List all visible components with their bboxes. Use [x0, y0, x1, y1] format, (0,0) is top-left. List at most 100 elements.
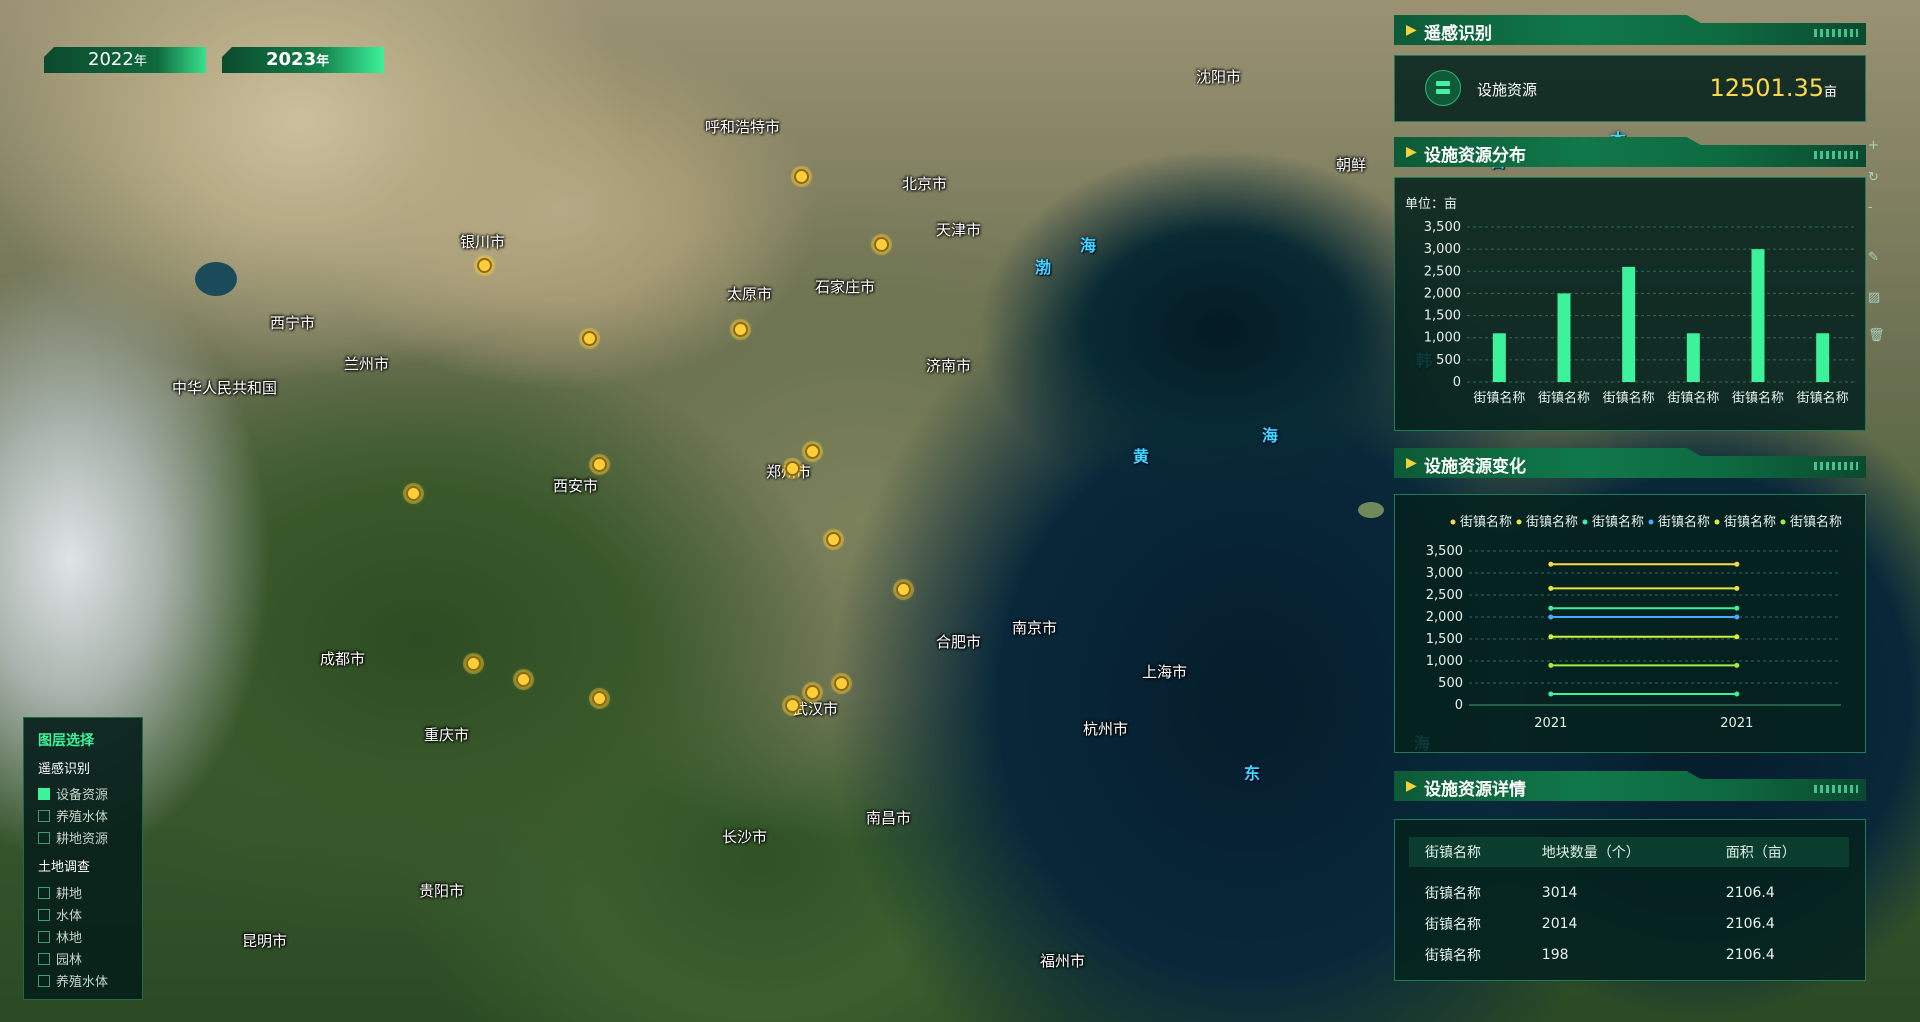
panel-title: 设施资源变化 [1424, 457, 1526, 477]
city-label: 济南市 [926, 357, 972, 375]
change-panel: ▶ 设施资源变化 街镇名称 街镇名称 街镇名称 街镇名称 街镇名称 街镇名称 0 500 1,0… [1394, 448, 1866, 753]
city-label: 重庆市 [424, 726, 470, 744]
x-tick-label: 街镇名称 [1797, 390, 1849, 406]
table-row[interactable]: 街镇名称 2014 2106.4 [1409, 908, 1849, 939]
header-decoration [1814, 462, 1858, 470]
facility-marker[interactable] [805, 444, 820, 459]
city-label: 北京市 [902, 175, 948, 193]
facility-marker[interactable] [805, 685, 820, 700]
header-decoration [1814, 785, 1858, 793]
checkbox[interactable] [38, 832, 50, 844]
panel-header: ▶ 设施资源变化 [1394, 448, 1866, 478]
layer-item-养殖水体-2[interactable]: 养殖水体 [38, 971, 108, 990]
checkbox[interactable] [38, 909, 50, 921]
checkbox-checked[interactable] [38, 788, 50, 800]
panel-header: ▶ 遥感识别 [1394, 15, 1866, 45]
legend-label: 街镇名称 [1460, 514, 1512, 530]
y-tick-label: 3,500 [1426, 544, 1463, 559]
data-point [1548, 561, 1554, 567]
data-point [1734, 585, 1740, 591]
layer-item-label: 设备资源 [56, 788, 109, 803]
facility-marker[interactable] [794, 169, 809, 184]
facility-marker[interactable] [874, 237, 889, 252]
layer-item-耕地[interactable]: 耕地 [38, 883, 82, 902]
checkbox[interactable] [38, 953, 50, 965]
layer-item-label: 林地 [56, 931, 83, 946]
table-cell: 街镇名称 [1425, 947, 1481, 964]
facility-marker[interactable] [592, 691, 607, 706]
chevron-right-icon: ▶ [1406, 778, 1417, 794]
checkbox[interactable] [38, 975, 50, 987]
layer-item-label: 耕地资源 [56, 832, 109, 847]
data-point [1548, 605, 1554, 611]
panel-body: 设施资源 12501.35亩 [1394, 55, 1866, 122]
layer-item-设备资源[interactable]: 设备资源 [38, 784, 108, 803]
y-tick-label: 1,000 [1424, 331, 1461, 346]
year-tab-2023[interactable]: 2023年 [222, 47, 384, 73]
facility-marker[interactable] [516, 672, 531, 687]
area-tool-button[interactable]: ▨ [1868, 290, 1880, 305]
table-row[interactable]: 街镇名称 3014 2106.4 [1409, 877, 1849, 908]
facility-marker[interactable] [582, 331, 597, 346]
checkbox[interactable] [38, 887, 50, 899]
facility-marker[interactable] [785, 461, 800, 476]
panel-title: 设施资源分布 [1424, 146, 1526, 166]
year-tab-2022[interactable]: 2022年 [44, 47, 206, 73]
city-label: 上海市 [1142, 663, 1188, 681]
data-point [1734, 634, 1740, 640]
sea-label: 渤 [1035, 258, 1052, 277]
layer-panel-title: 图层选择 [38, 733, 94, 749]
layer-item-水体[interactable]: 水体 [38, 905, 82, 924]
city-label: 贵阳市 [419, 882, 465, 900]
city-label: 太原市 [727, 285, 773, 303]
chevron-right-icon: ▶ [1406, 144, 1417, 160]
panel-header: ▶ 设施资源详情 [1394, 771, 1866, 801]
city-label: 西安市 [553, 477, 599, 495]
header-decoration [1814, 151, 1858, 159]
table-cell: 3014 [1541, 884, 1578, 901]
country-label: 中华人民共和国 [172, 379, 278, 397]
data-point [1548, 662, 1554, 668]
facility-marker[interactable] [466, 656, 481, 671]
delete-tool-button[interactable]: 🗑 [1868, 328, 1885, 343]
city-label: 天津市 [936, 221, 982, 239]
checkbox[interactable] [38, 810, 50, 822]
facility-marker[interactable] [592, 457, 607, 472]
y-tick-label: 0 [1453, 375, 1461, 390]
header-decoration [1814, 29, 1858, 37]
layer-item-园林[interactable]: 园林 [38, 949, 82, 968]
facility-marker[interactable] [477, 258, 492, 273]
facility-marker[interactable] [406, 486, 421, 501]
layer-item-耕地资源[interactable]: 耕地资源 [38, 828, 108, 847]
city-label: 兰州市 [344, 355, 390, 373]
zoom-in-button[interactable]: + [1868, 138, 1879, 153]
year-tab-label: 2022 [88, 49, 134, 70]
y-tick-label: 1,000 [1426, 654, 1463, 669]
reset-rotation-button[interactable]: ↻ [1868, 170, 1879, 185]
y-tick-label: 2,000 [1426, 610, 1463, 625]
facility-icon [1425, 70, 1461, 106]
facility-marker[interactable] [896, 582, 911, 597]
data-point [1734, 614, 1740, 620]
city-label: 南昌市 [866, 809, 912, 827]
facility-marker[interactable] [785, 698, 800, 713]
checkbox[interactable] [38, 931, 50, 943]
zoom-out-button[interactable]: - [1868, 200, 1873, 215]
facility-marker[interactable] [834, 676, 849, 691]
y-tick-label: 1,500 [1426, 632, 1463, 647]
table-row[interactable]: 街镇名称 198 2106.4 [1409, 939, 1849, 970]
table-cell: 2014 [1541, 915, 1578, 932]
city-label: 呼和浩特市 [705, 118, 781, 136]
year-tab-unit: 年 [133, 54, 147, 69]
layer-item-林地[interactable]: 林地 [38, 927, 82, 946]
layer-group-title: 遥感识别 [38, 762, 91, 777]
y-tick-label: 2,500 [1426, 588, 1463, 603]
table-cell: 街镇名称 [1425, 885, 1481, 902]
layer-item-养殖水体[interactable]: 养殖水体 [38, 806, 108, 825]
draw-tool-button[interactable]: ✎ [1868, 250, 1879, 265]
facility-marker[interactable] [733, 322, 748, 337]
y-tick-label: 3,000 [1424, 242, 1461, 257]
facility-marker[interactable] [826, 532, 841, 547]
city-label: 昆明市 [242, 932, 288, 950]
data-point [1734, 605, 1740, 611]
